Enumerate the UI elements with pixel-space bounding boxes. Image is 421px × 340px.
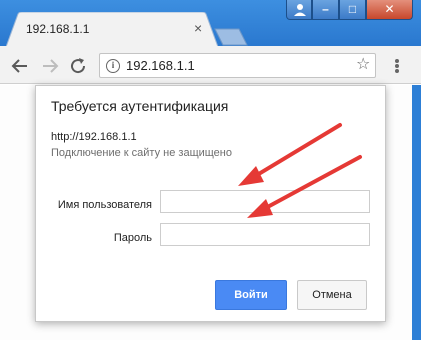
address-bar[interactable]: i 192.168.1.1 ☆ bbox=[99, 53, 376, 78]
close-icon: ✕ bbox=[384, 2, 395, 16]
dialog-title: Требуется аутентификация bbox=[51, 98, 229, 114]
insecure-warning: Подключение к сайту не защищено bbox=[51, 147, 232, 159]
close-window-button[interactable]: ✕ bbox=[366, 0, 413, 20]
star-icon[interactable]: ☆ bbox=[356, 56, 370, 74]
minimize-icon: – bbox=[322, 2, 329, 16]
login-button[interactable]: Войти bbox=[215, 280, 287, 310]
auth-dialog: Требуется аутентификация http://192.168.… bbox=[35, 85, 386, 322]
new-tab-button[interactable] bbox=[213, 28, 249, 46]
profile-icon bbox=[294, 4, 306, 16]
minimize-button[interactable]: – bbox=[312, 0, 339, 20]
forward-arrow-icon[interactable] bbox=[40, 56, 60, 76]
tab-close-icon[interactable]: × bbox=[194, 21, 202, 35]
maximize-icon: □ bbox=[348, 2, 357, 16]
tab-title: 192.168.1.1 bbox=[26, 22, 90, 36]
profile-button[interactable] bbox=[286, 0, 312, 20]
cancel-button[interactable]: Отмена bbox=[297, 280, 367, 310]
window-titlebar: 192.168.1.1 × – □ ✕ bbox=[0, 0, 421, 47]
address-url: 192.168.1.1 bbox=[126, 58, 195, 73]
dialog-host: http://192.168.1.1 bbox=[51, 131, 137, 143]
reload-icon[interactable] bbox=[68, 56, 88, 76]
browser-toolbar: i 192.168.1.1 ☆ bbox=[0, 46, 421, 84]
username-field[interactable] bbox=[160, 190, 370, 213]
password-label: Пароль bbox=[113, 232, 152, 244]
password-field[interactable] bbox=[160, 223, 370, 246]
maximize-button[interactable]: □ bbox=[339, 0, 366, 20]
username-label: Имя пользователя bbox=[57, 199, 152, 211]
info-icon[interactable]: i bbox=[106, 59, 120, 73]
window-right-border bbox=[412, 85, 421, 340]
back-arrow-icon[interactable] bbox=[10, 56, 30, 76]
kebab-menu-icon[interactable] bbox=[395, 59, 399, 73]
